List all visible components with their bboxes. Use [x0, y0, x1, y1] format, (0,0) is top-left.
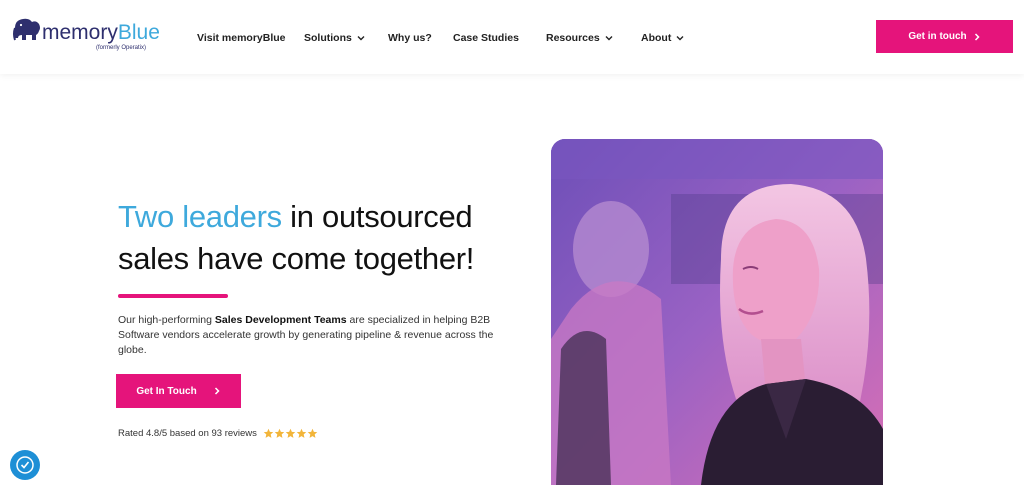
nav-label: Visit memoryBlue — [197, 32, 286, 44]
headline-line1-rest: in outsourced — [281, 199, 473, 234]
chevron-down-icon — [605, 36, 613, 41]
hero-description: Our high-performing Sales Development Te… — [118, 314, 494, 356]
nav-label: Case Studies — [453, 32, 519, 44]
accessibility-button[interactable] — [10, 450, 40, 480]
rating-text: Rated 4.8/5 based on 93 reviews — [118, 428, 257, 439]
get-in-touch-hero-button[interactable]: Get In Touch — [116, 374, 241, 408]
star-icon — [263, 428, 274, 438]
headline-highlight: Two leaders — [118, 199, 282, 234]
nav-solutions[interactable]: Solutions — [304, 30, 365, 46]
get-in-touch-header-button[interactable]: Get in touch — [876, 20, 1013, 53]
desc-bold: Sales Development Teams — [214, 314, 347, 326]
chevron-down-icon — [357, 36, 365, 41]
headline-divider — [118, 294, 228, 298]
brand-tagline: (formerly Operatix) — [96, 45, 147, 51]
nav-why-us[interactable]: Why us? — [388, 30, 432, 46]
accessibility-icon — [16, 456, 34, 474]
brand-logo[interactable]: memoryBlue (formerly Operatix) — [12, 12, 162, 56]
rating-row: Rated 4.8/5 based on 93 reviews — [118, 428, 318, 439]
nav-about[interactable]: About — [641, 30, 684, 46]
photo-illustration — [551, 139, 883, 485]
star-icon — [307, 428, 318, 438]
star-icon — [274, 428, 285, 438]
elephant-logo-icon — [13, 18, 40, 41]
nav-case-studies[interactable]: Case Studies — [453, 30, 519, 46]
nav-label: About — [641, 32, 672, 44]
chevron-right-icon — [214, 387, 220, 395]
headline-line2: sales have come together! — [118, 241, 475, 276]
site-header: memoryBlue (formerly Operatix) Visit mem… — [0, 0, 1024, 74]
star-icon — [285, 428, 296, 438]
nav-visit-memoryblue[interactable]: Visit memoryBlue — [197, 30, 286, 46]
nav-label: Why us? — [388, 32, 432, 44]
button-label: Get in touch — [908, 31, 967, 42]
chevron-right-icon — [974, 32, 980, 41]
hero-headline: Two leaders in outsourced sales have com… — [118, 196, 478, 280]
hero-photo — [551, 139, 883, 485]
button-label: Get In Touch — [136, 385, 197, 397]
star-icon — [296, 428, 307, 438]
brand-wordmark: memoryBlue — [42, 21, 160, 44]
chevron-down-icon — [676, 36, 684, 41]
nav-label: Solutions — [304, 32, 352, 44]
nav-label: Resources — [546, 32, 600, 44]
rating-stars — [263, 428, 318, 439]
nav-resources[interactable]: Resources — [546, 30, 613, 46]
